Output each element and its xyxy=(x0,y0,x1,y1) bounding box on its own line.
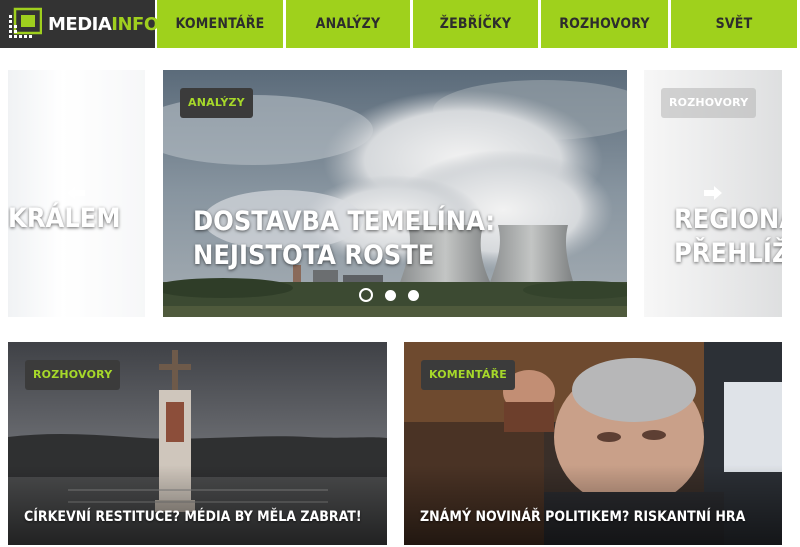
next-slide-headline: REGIONÁL PŘEHLÍŽE xyxy=(674,204,782,269)
nav-item-svet[interactable]: SVĚT xyxy=(671,0,797,48)
prev-slide-headline: KRÁLEM xyxy=(8,203,121,234)
article-card[interactable]: KOMENTÁŘE ZNÁMÝ NOVINÁŘ POLITIKEM? RISKA… xyxy=(404,342,782,545)
logo-text-main: MEDIA xyxy=(48,13,112,35)
nav-item-analyzy[interactable]: ANALÝZY xyxy=(286,0,410,48)
current-slide-headline[interactable]: DOSTAVBA TEMELÍNA: NEJISTOTA ROSTE xyxy=(193,205,613,273)
category-tag[interactable]: ROZHOVORY xyxy=(25,360,121,390)
nav-item-rozhovory[interactable]: ROZHOVORY xyxy=(541,0,668,48)
logo-text-accent: INFO xyxy=(111,13,159,35)
carousel-next-slide[interactable]: ROZHOVORY REGIONÁL PŘEHLÍŽE xyxy=(644,70,782,317)
category-tag[interactable]: ANALÝZY xyxy=(180,88,253,118)
arrow-right-icon[interactable] xyxy=(702,184,724,202)
carousel-dots xyxy=(359,288,419,302)
logo-wordmark: MEDIAINFO xyxy=(48,14,159,35)
arrow-left-icon[interactable] xyxy=(65,184,87,202)
site-logo[interactable]: MEDIAINFO xyxy=(0,0,159,48)
nav-item-komentare[interactable]: KOMENTÁŘE xyxy=(157,0,283,48)
carousel-dot-2[interactable] xyxy=(385,289,396,301)
top-navigation: MEDIAINFO KOMENTÁŘE ANALÝZY ŽEBŘÍČKY ROZ… xyxy=(0,0,800,48)
category-tag: ROZHOVORY xyxy=(661,88,757,118)
carousel-current-slide[interactable]: ANALÝZY DOSTAVBA TEMELÍNA: NEJISTOTA ROS… xyxy=(163,70,627,317)
article-card[interactable]: ROZHOVORY CÍRKEVNÍ RESTITUCE? MÉDIA BY M… xyxy=(8,342,387,545)
carousel-dot-1[interactable] xyxy=(359,288,373,302)
logo-grid-icon xyxy=(8,7,43,41)
card-title[interactable]: CÍRKEVNÍ RESTITUCE? MÉDIA BY MĚLA ZABRAT… xyxy=(24,509,362,525)
card-gradient xyxy=(8,465,387,545)
carousel-prev-slide[interactable]: KRÁLEM xyxy=(8,70,145,317)
carousel-dot-3[interactable] xyxy=(408,289,419,301)
category-tag[interactable]: KOMENTÁŘE xyxy=(421,360,515,390)
nav-item-zebricky[interactable]: ŽEBŘÍČKY xyxy=(413,0,538,48)
card-gradient xyxy=(404,465,782,545)
card-title[interactable]: ZNÁMÝ NOVINÁŘ POLITIKEM? RISKANTNÍ HRA xyxy=(420,509,745,525)
